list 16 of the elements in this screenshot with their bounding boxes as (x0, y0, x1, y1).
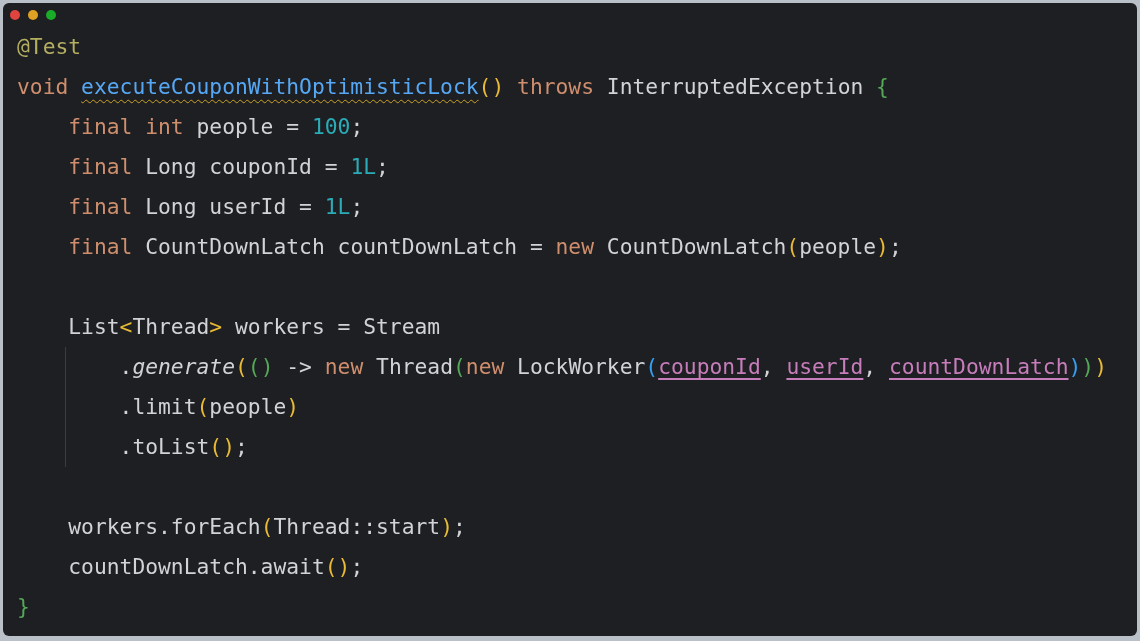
zoom-button[interactable] (46, 10, 56, 20)
minimize-button[interactable] (28, 10, 38, 20)
code-line: countDownLatch.await(); (67, 554, 364, 579)
code-line: final CountDownLatch countDownLatch = new CountDownLatch(people); (67, 234, 902, 259)
code-line: } (17, 594, 30, 619)
close-button[interactable] (10, 10, 20, 20)
code-line: .limit(people) (118, 394, 300, 419)
code-line: final Long userId = 1L; (67, 194, 364, 219)
code-line: workers.forEach(Thread::start); (67, 514, 466, 539)
code-line: .toList(); (118, 434, 248, 459)
code-line: @Test (17, 34, 82, 59)
code-line: .generate(() -> new Thread(new LockWorker(couponId, userId, countDownLatch))) (118, 354, 1107, 379)
code-line: final int people = 100; (67, 114, 364, 139)
code-line: void executeCouponWithOptimisticLock() throws InterruptedException { (17, 74, 889, 99)
code-line: List<Thread> workers = Stream (67, 314, 441, 339)
code-line: final Long couponId = 1L; (67, 154, 389, 179)
